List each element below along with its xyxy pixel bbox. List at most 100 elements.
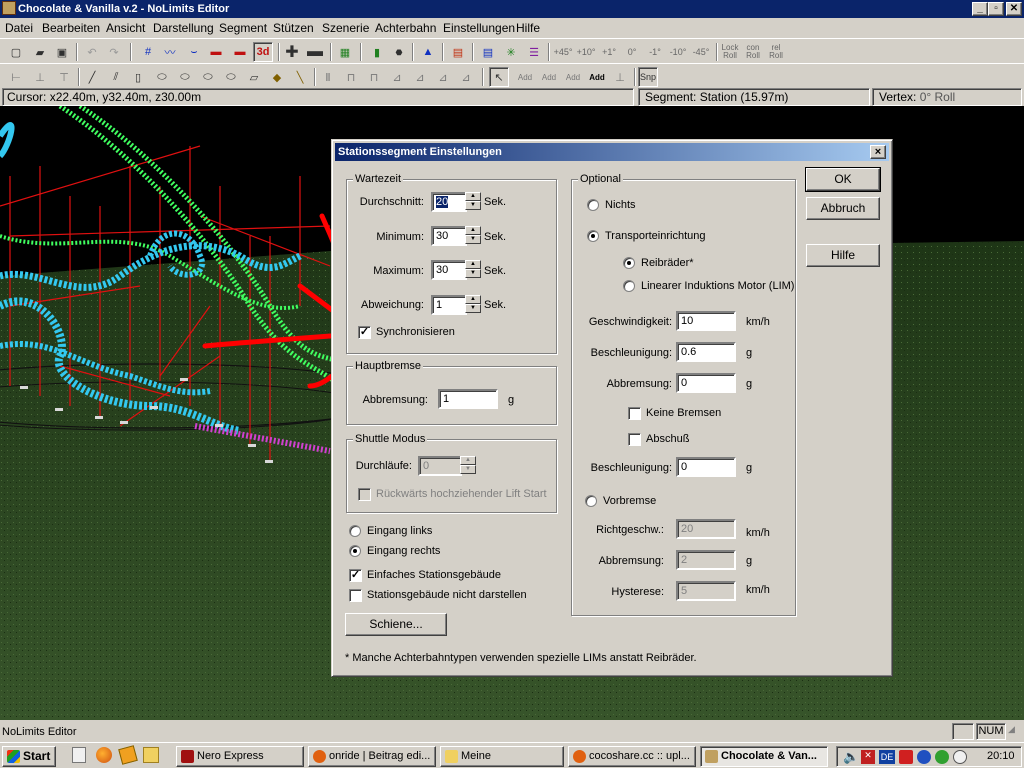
nichts-radio[interactable] <box>587 199 599 211</box>
roll-plus45-button[interactable]: +45° <box>553 42 573 62</box>
start-button[interactable]: Start <box>2 746 56 767</box>
roll-minus10-button[interactable]: -10° <box>668 42 688 62</box>
track-wave-icon[interactable]: 〰 <box>160 42 180 62</box>
eingang-rechts-radio[interactable] <box>349 545 361 557</box>
cylinder-3-icon[interactable]: ⬭ <box>198 67 218 87</box>
menu-ansicht[interactable]: Ansicht <box>106 21 145 35</box>
beam-icon[interactable]: ╱ <box>82 67 102 87</box>
close-window-button[interactable]: ✕ <box>1006 2 1022 16</box>
menu-hilfe[interactable]: Hilfe <box>516 21 540 35</box>
minimum-spinner[interactable]: ▲ ▼ <box>465 226 481 246</box>
abweichung-input[interactable]: 1 <box>431 295 467 315</box>
task-onride[interactable]: onride | Beitrag edi... <box>308 746 436 767</box>
table-icon[interactable]: ▤ <box>478 42 498 62</box>
vorbremse-radio[interactable] <box>585 495 597 507</box>
durchlaeufe-spinner[interactable]: ▲ ▼ <box>460 456 476 476</box>
task-meine[interactable]: Meine <box>440 746 564 767</box>
task-chocolate-vanilla[interactable]: Chocolate & Van... <box>700 746 828 767</box>
task-cocoshare[interactable]: cocoshare.cc :: upl... <box>568 746 696 767</box>
keine-bremsen-checkbox[interactable] <box>628 407 641 420</box>
task-nero[interactable]: Nero Express <box>176 746 304 767</box>
minimum-input[interactable]: 30 <box>431 226 467 246</box>
snap-toggle[interactable]: Snp <box>638 67 658 87</box>
menu-datei[interactable]: Datei <box>5 21 33 35</box>
beschleunigung2-input[interactable]: 0 <box>676 457 736 477</box>
footer-2-icon[interactable]: ⊓ <box>341 67 361 87</box>
rod-icon[interactable]: ╲ <box>290 67 310 87</box>
new-file-icon[interactable]: ▢ <box>6 42 26 62</box>
tray-app-2-icon[interactable] <box>899 750 913 764</box>
volume-icon[interactable]: 🔈 <box>843 749 859 765</box>
align-icon[interactable]: ☰ <box>524 42 544 62</box>
desktop-quicklaunch-icon[interactable] <box>72 747 86 763</box>
cylinder-4-icon[interactable]: ⬭ <box>221 67 241 87</box>
maximize-button[interactable]: ▫ <box>988 2 1004 16</box>
tray-app-3-icon[interactable] <box>917 750 931 764</box>
select-cursor-icon[interactable]: ↖ <box>489 67 509 87</box>
add-2-button[interactable]: Add <box>539 67 559 87</box>
support-tool-1-icon[interactable]: ⊢ <box>6 67 26 87</box>
reibraeder-radio[interactable] <box>623 257 635 269</box>
warning-icon[interactable]: ▲ <box>418 42 438 62</box>
footer-3-icon[interactable]: ⊓ <box>364 67 384 87</box>
lock-roll-button[interactable]: Lock Roll <box>720 42 740 62</box>
eingang-links-radio[interactable] <box>349 525 361 537</box>
footer-7-icon[interactable]: ⊿ <box>456 67 476 87</box>
roll-zero-button[interactable]: 0° <box>622 42 642 62</box>
menu-segment[interactable]: Segment <box>219 21 267 35</box>
richtgeschw-input[interactable]: 20 <box>676 519 736 539</box>
hilfe-button[interactable]: Hilfe <box>806 244 880 267</box>
tray-app-4-icon[interactable] <box>935 750 949 764</box>
cylinder-2-icon[interactable]: ⬭ <box>175 67 195 87</box>
menu-darstellung[interactable]: Darstellung <box>153 21 214 35</box>
roll-minus45-button[interactable]: -45° <box>691 42 711 62</box>
train-icon[interactable]: ▬ <box>206 42 226 62</box>
add-3-button[interactable]: Add <box>563 67 583 87</box>
beschleunigung-input[interactable]: 0.6 <box>676 342 736 362</box>
stop-icon[interactable]: ⬣ <box>389 42 409 62</box>
einfaches-stationsgebaeude-checkbox[interactable]: ✓ <box>349 569 362 582</box>
track-curve-icon[interactable]: ⌣ <box>184 42 204 62</box>
hysterese-input[interactable]: 5 <box>676 581 736 601</box>
remove-vertex-icon[interactable]: ▬ <box>305 42 325 62</box>
undo-icon[interactable]: ↶ <box>82 42 102 62</box>
lim-radio[interactable] <box>623 280 635 292</box>
add-4-button[interactable]: Add <box>587 67 607 87</box>
box-icon[interactable]: ◆ <box>267 67 287 87</box>
maximum-spinner[interactable]: ▲ ▼ <box>465 260 481 280</box>
abschuss-checkbox[interactable] <box>628 433 641 446</box>
open-folder-icon[interactable]: ▰ <box>30 42 50 62</box>
roll-plus10-button[interactable]: +10° <box>576 42 596 62</box>
footer-5-icon[interactable]: ⊿ <box>410 67 430 87</box>
ground-icon[interactable]: ⊥ <box>610 67 630 87</box>
menu-szenerie[interactable]: Szenerie <box>322 21 369 35</box>
add-vertex-icon[interactable]: ✚ <box>282 42 302 62</box>
schiene-button[interactable]: Schiene... <box>345 613 447 636</box>
menu-achterbahn[interactable]: Achterbahn <box>375 21 436 35</box>
track-grid-icon[interactable]: # <box>138 42 158 62</box>
save-icon[interactable]: ▣ <box>52 42 72 62</box>
station-icon[interactable]: ▤ <box>448 42 468 62</box>
menu-bearbeiten[interactable]: Bearbeiten <box>42 21 100 35</box>
nicht-darstellen-checkbox[interactable] <box>349 589 362 602</box>
menu-stuetzen[interactable]: Stützen <box>273 21 314 35</box>
rel-roll-button[interactable]: rel Roll <box>766 42 786 62</box>
firefox-quicklaunch-icon[interactable] <box>96 747 112 763</box>
beam-double-icon[interactable]: ⫽ <box>106 67 126 87</box>
pillar-icon[interactable]: ▯ <box>128 67 148 87</box>
synchronisieren-checkbox[interactable]: ✓ <box>358 326 371 339</box>
language-indicator[interactable]: DE <box>879 750 895 764</box>
abweichung-spinner[interactable]: ▲ ▼ <box>465 295 481 315</box>
lift-start-checkbox[interactable] <box>358 488 371 501</box>
maximum-input[interactable]: 30 <box>431 260 467 280</box>
menu-einstellungen[interactable]: Einstellungen <box>443 21 515 35</box>
winamp-quicklaunch-icon[interactable] <box>118 745 138 765</box>
scenery-icon[interactable]: ✳ <box>501 42 521 62</box>
signal-icon[interactable]: ▮ <box>367 42 387 62</box>
durchlaeufe-input[interactable]: 0 <box>418 456 462 476</box>
abbremsung-input[interactable]: 0 <box>676 373 736 393</box>
view-3d-button[interactable]: 3d <box>253 42 273 62</box>
add-1-button[interactable]: Add <box>515 67 535 87</box>
app-quicklaunch-icon[interactable] <box>143 747 159 763</box>
durchschnitt-input[interactable]: 20 <box>431 192 467 212</box>
